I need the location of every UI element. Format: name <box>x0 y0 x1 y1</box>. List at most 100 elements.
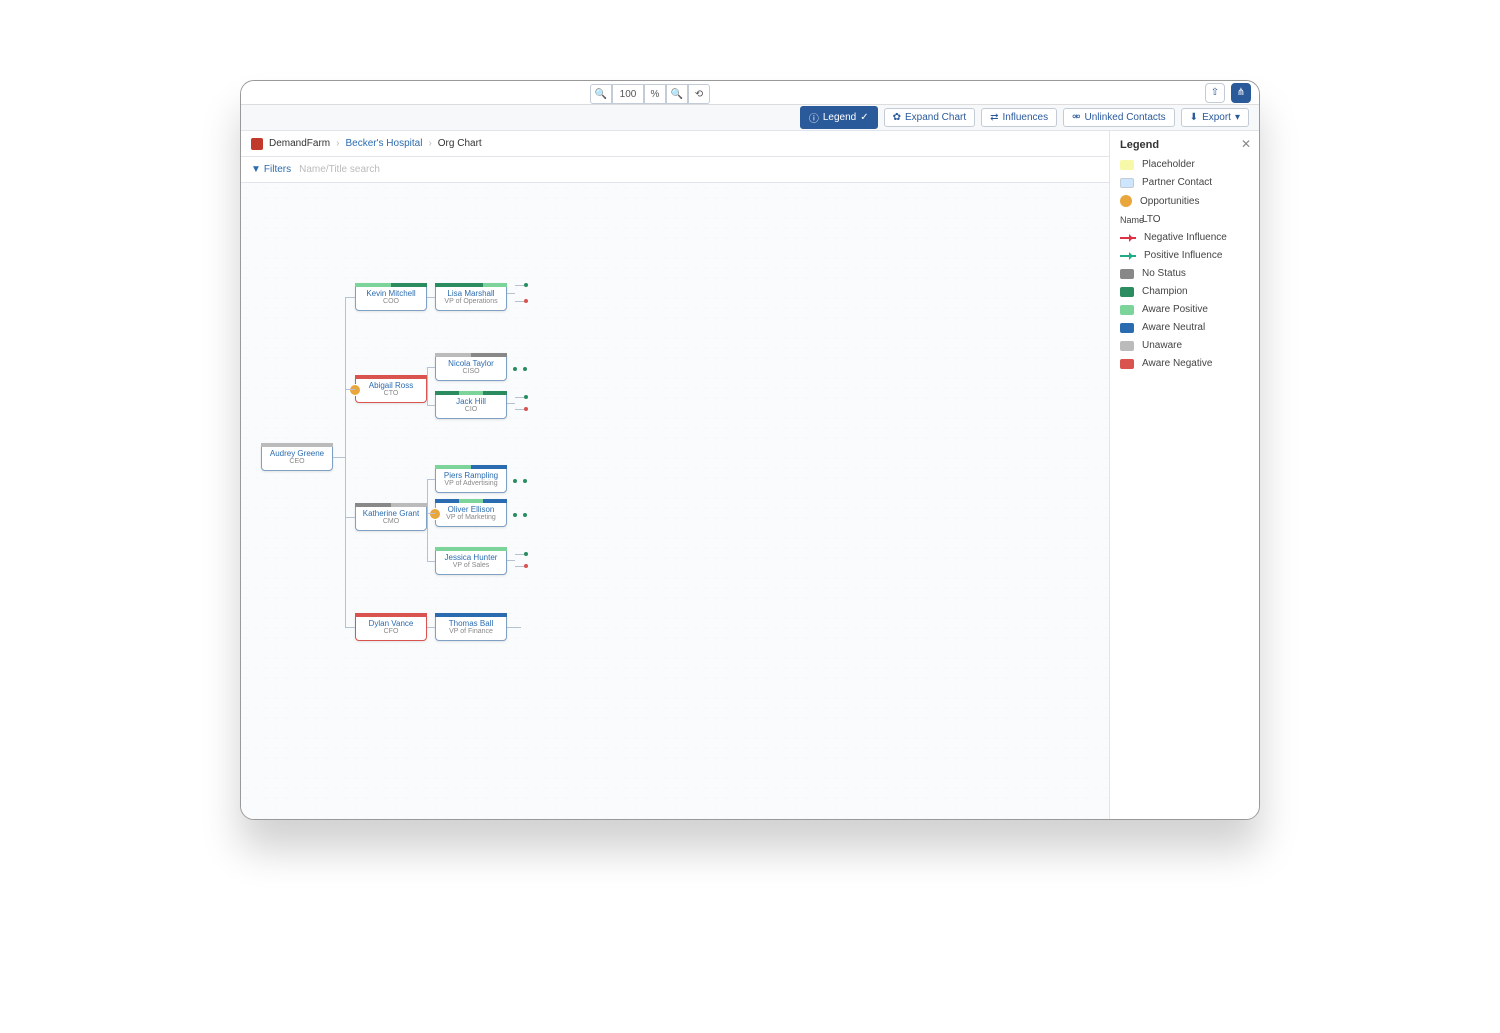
legend-label: Placeholder <box>1142 159 1195 170</box>
export-button[interactable]: ⬇ Export ▾ <box>1181 108 1249 127</box>
search-placeholder: Name/Title search <box>299 164 380 175</box>
opportunity-badge-icon <box>349 384 361 396</box>
legend-swatch <box>1120 269 1134 279</box>
legend-item: Opportunities <box>1120 195 1249 207</box>
connector <box>345 627 355 628</box>
node-name: Lisa Marshall <box>436 289 506 298</box>
influences-label: Influences <box>1003 112 1049 123</box>
legend-item: Unaware <box>1120 340 1249 351</box>
node-abigail-ross[interactable]: Abigail Ross CTO <box>355 375 427 403</box>
zoom-reset-button[interactable]: ⟲ <box>688 84 710 104</box>
network-icon[interactable]: ⋔ <box>1231 83 1251 103</box>
chart-leaf <box>507 545 531 575</box>
node-title: CTO <box>356 390 426 398</box>
chart-leaf <box>507 273 531 313</box>
connector <box>427 561 435 562</box>
brand-name: DemandFarm <box>269 138 330 149</box>
zoom-out-button[interactable]: 🔍 <box>590 84 612 104</box>
legend-label: Champion <box>1142 286 1188 297</box>
node-name: Nicola Taylor <box>436 359 506 368</box>
connector <box>345 297 346 627</box>
breadcrumb-account[interactable]: Becker's Hospital <box>345 138 422 149</box>
node-oliver-ellison[interactable]: Oliver Ellison VP of Marketing <box>435 499 507 527</box>
node-title: COO <box>356 298 426 306</box>
connector <box>427 513 435 514</box>
node-dylan-vance[interactable]: Dylan Vance CFO <box>355 613 427 641</box>
node-name: Abigail Ross <box>356 381 426 390</box>
connector <box>427 627 435 628</box>
check-icon: ✓ <box>860 112 868 123</box>
node-title: VP of Finance <box>436 628 506 636</box>
zoom-controls: 🔍 100 % 🔍 ⟲ <box>590 84 710 104</box>
node-jessica-hunter[interactable]: Jessica Hunter VP of Sales <box>435 547 507 575</box>
legend-item: Aware Positive <box>1120 304 1249 315</box>
legend-swatch <box>1120 237 1136 239</box>
zoom-percent-button[interactable]: % <box>644 84 666 104</box>
connector <box>345 297 355 298</box>
node-name: Thomas Ball <box>436 619 506 628</box>
node-jack-hill[interactable]: Jack Hill CIO <box>435 391 507 419</box>
legend-swatch <box>1120 341 1134 351</box>
legend-swatch <box>1120 160 1134 170</box>
chart-leaf <box>507 389 531 417</box>
opportunity-badge-icon <box>429 508 441 520</box>
legend-label: Aware Negative <box>1142 358 1212 369</box>
chart-leaf <box>509 363 539 375</box>
breadcrumb-sep: › <box>336 138 339 149</box>
zoom-level[interactable]: 100 <box>612 84 644 104</box>
breadcrumb-sep: › <box>428 138 431 149</box>
legend-item: Partner Contact <box>1120 177 1249 188</box>
legend-item: Aware Neutral <box>1120 322 1249 333</box>
chart-leaf <box>509 475 539 487</box>
node-title: VP of Advertising <box>436 480 506 488</box>
legend-label: Partner Contact <box>1142 177 1212 188</box>
legend-swatch <box>1120 195 1132 207</box>
action-bar: ⓘ Legend ✓ ✿ Expand Chart ⇄ Influences ⚮… <box>241 105 1259 131</box>
connector <box>427 479 435 480</box>
legend-label: Aware Neutral <box>1142 322 1205 333</box>
filters-toggle[interactable]: ▼ Filters <box>251 164 291 175</box>
node-audrey-greene[interactable]: Audrey Greene CEO <box>261 443 333 471</box>
legend-label: Opportunities <box>1140 196 1199 207</box>
node-title: VP of Sales <box>436 562 506 570</box>
legend-swatch <box>1120 178 1134 188</box>
breadcrumb: DemandFarm › Becker's Hospital › Org Cha… <box>241 131 1259 157</box>
org-chart-canvas[interactable]: Audrey Greene CEO Kevin Mitchell COO Lis… <box>241 183 1109 819</box>
legend-item: Negative Influence <box>1120 232 1249 243</box>
gear-icon: ✿ <box>893 112 901 123</box>
legend-item: NameLTO <box>1120 214 1249 225</box>
node-nicola-taylor[interactable]: Nicola Taylor CISO <box>435 353 507 381</box>
node-title: VP of Marketing <box>436 514 506 522</box>
node-piers-rampling[interactable]: Piers Rampling VP of Advertising <box>435 465 507 493</box>
node-name: Jack Hill <box>436 397 506 406</box>
unlink-icon: ⚮ <box>1072 112 1080 123</box>
share-icon[interactable]: ⇧ <box>1205 83 1225 103</box>
node-kevin-mitchell[interactable]: Kevin Mitchell COO <box>355 283 427 311</box>
influences-button[interactable]: ⇄ Influences <box>981 108 1057 127</box>
legend-label: Aware Positive <box>1142 304 1208 315</box>
legend-label: No Status <box>1142 268 1186 279</box>
node-title: CMO <box>356 518 426 526</box>
connector <box>427 367 428 405</box>
unlinked-contacts-label: Unlinked Contacts <box>1085 112 1166 123</box>
unlinked-contacts-button[interactable]: ⚮ Unlinked Contacts <box>1063 108 1175 127</box>
search-input[interactable]: Name/Title search <box>299 164 419 175</box>
legend-item: Champion <box>1120 286 1249 297</box>
legend-button[interactable]: ⓘ Legend ✓ <box>800 106 878 129</box>
node-thomas-ball[interactable]: Thomas Ball VP of Finance <box>435 613 507 641</box>
connector <box>427 367 435 368</box>
node-katherine-grant[interactable]: Katherine Grant CMO <box>355 503 427 531</box>
node-title: CFO <box>356 628 426 636</box>
node-title: CEO <box>262 458 332 466</box>
zoom-in-button[interactable]: 🔍 <box>666 84 688 104</box>
info-icon: ⓘ <box>809 110 819 125</box>
close-icon[interactable]: ✕ <box>1241 137 1251 151</box>
node-lisa-marshall[interactable]: Lisa Marshall VP of Operations <box>435 283 507 311</box>
node-name: Jessica Hunter <box>436 553 506 562</box>
connector <box>507 627 521 628</box>
expand-chart-button[interactable]: ✿ Expand Chart <box>884 108 976 127</box>
legend-item: No Status <box>1120 268 1249 279</box>
legend-swatch <box>1120 359 1134 369</box>
connector <box>345 517 355 518</box>
brand-icon <box>251 138 263 150</box>
